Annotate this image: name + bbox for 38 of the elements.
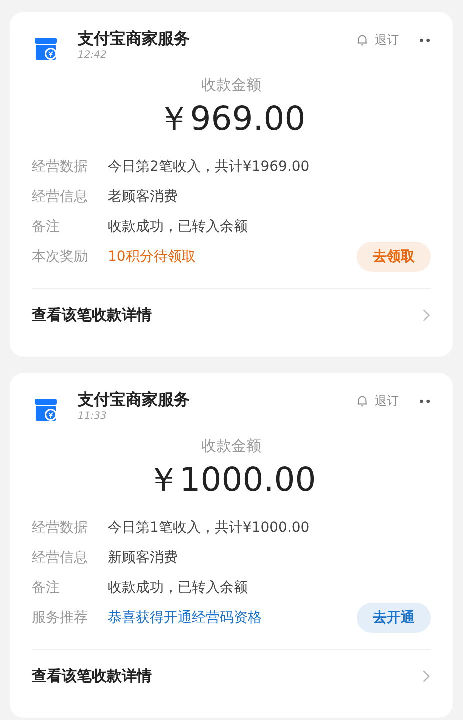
message-time: 11:33 — [78, 411, 108, 422]
field-label: 本次奖励 — [32, 248, 89, 266]
service-name: 支付宝商家服务 — [78, 389, 191, 411]
amount-label: 收款金额 — [200, 437, 262, 456]
bell-icon[interactable] — [356, 34, 369, 47]
unsubscribe-link[interactable]: 退订 — [375, 393, 399, 410]
field-label: 备注 — [32, 218, 61, 236]
field-value: 收款成功，已转入余额 — [108, 218, 249, 236]
chevron-right-icon — [422, 308, 431, 322]
field-value: 10积分待领取 — [108, 248, 197, 266]
field-label: 经营数据 — [32, 519, 89, 537]
field-value: 老顾客消费 — [108, 188, 179, 206]
field-label: 经营信息 — [32, 549, 89, 567]
amount-label: 收款金额 — [200, 76, 262, 95]
field-value: 收款成功，已转入余额 — [108, 579, 249, 597]
field-value: 今日第2笔收入，共计¥1969.00 — [108, 158, 311, 176]
field-value: 今日第1笔收入，共计¥1000.00 — [108, 519, 311, 537]
amount-value: ￥1000.00 — [146, 459, 318, 501]
shop-icon — [34, 397, 60, 423]
action-button[interactable]: 去领取 — [357, 242, 431, 272]
field-label: 经营信息 — [32, 188, 89, 206]
action-button[interactable]: 去开通 — [357, 603, 431, 633]
field-label: 备注 — [32, 579, 61, 597]
details-link[interactable]: 查看该笔收款详情 — [32, 289, 431, 341]
shop-icon — [34, 36, 60, 62]
message-time: 12:42 — [78, 50, 108, 61]
bell-icon[interactable] — [356, 395, 369, 408]
field-value: 恭喜获得开通经营码资格 — [108, 609, 263, 627]
field-value: 新顾客消费 — [108, 549, 179, 567]
more-icon[interactable] — [419, 399, 431, 404]
amount-value: ￥969.00 — [156, 98, 307, 140]
unsubscribe-link[interactable]: 退订 — [375, 32, 399, 49]
service-name: 支付宝商家服务 — [78, 28, 191, 50]
details-link[interactable]: 查看该笔收款详情 — [32, 650, 431, 702]
chevron-right-icon — [422, 668, 431, 684]
field-label: 经营数据 — [32, 158, 89, 176]
field-label: 服务推荐 — [32, 609, 89, 627]
more-icon[interactable] — [419, 38, 431, 43]
